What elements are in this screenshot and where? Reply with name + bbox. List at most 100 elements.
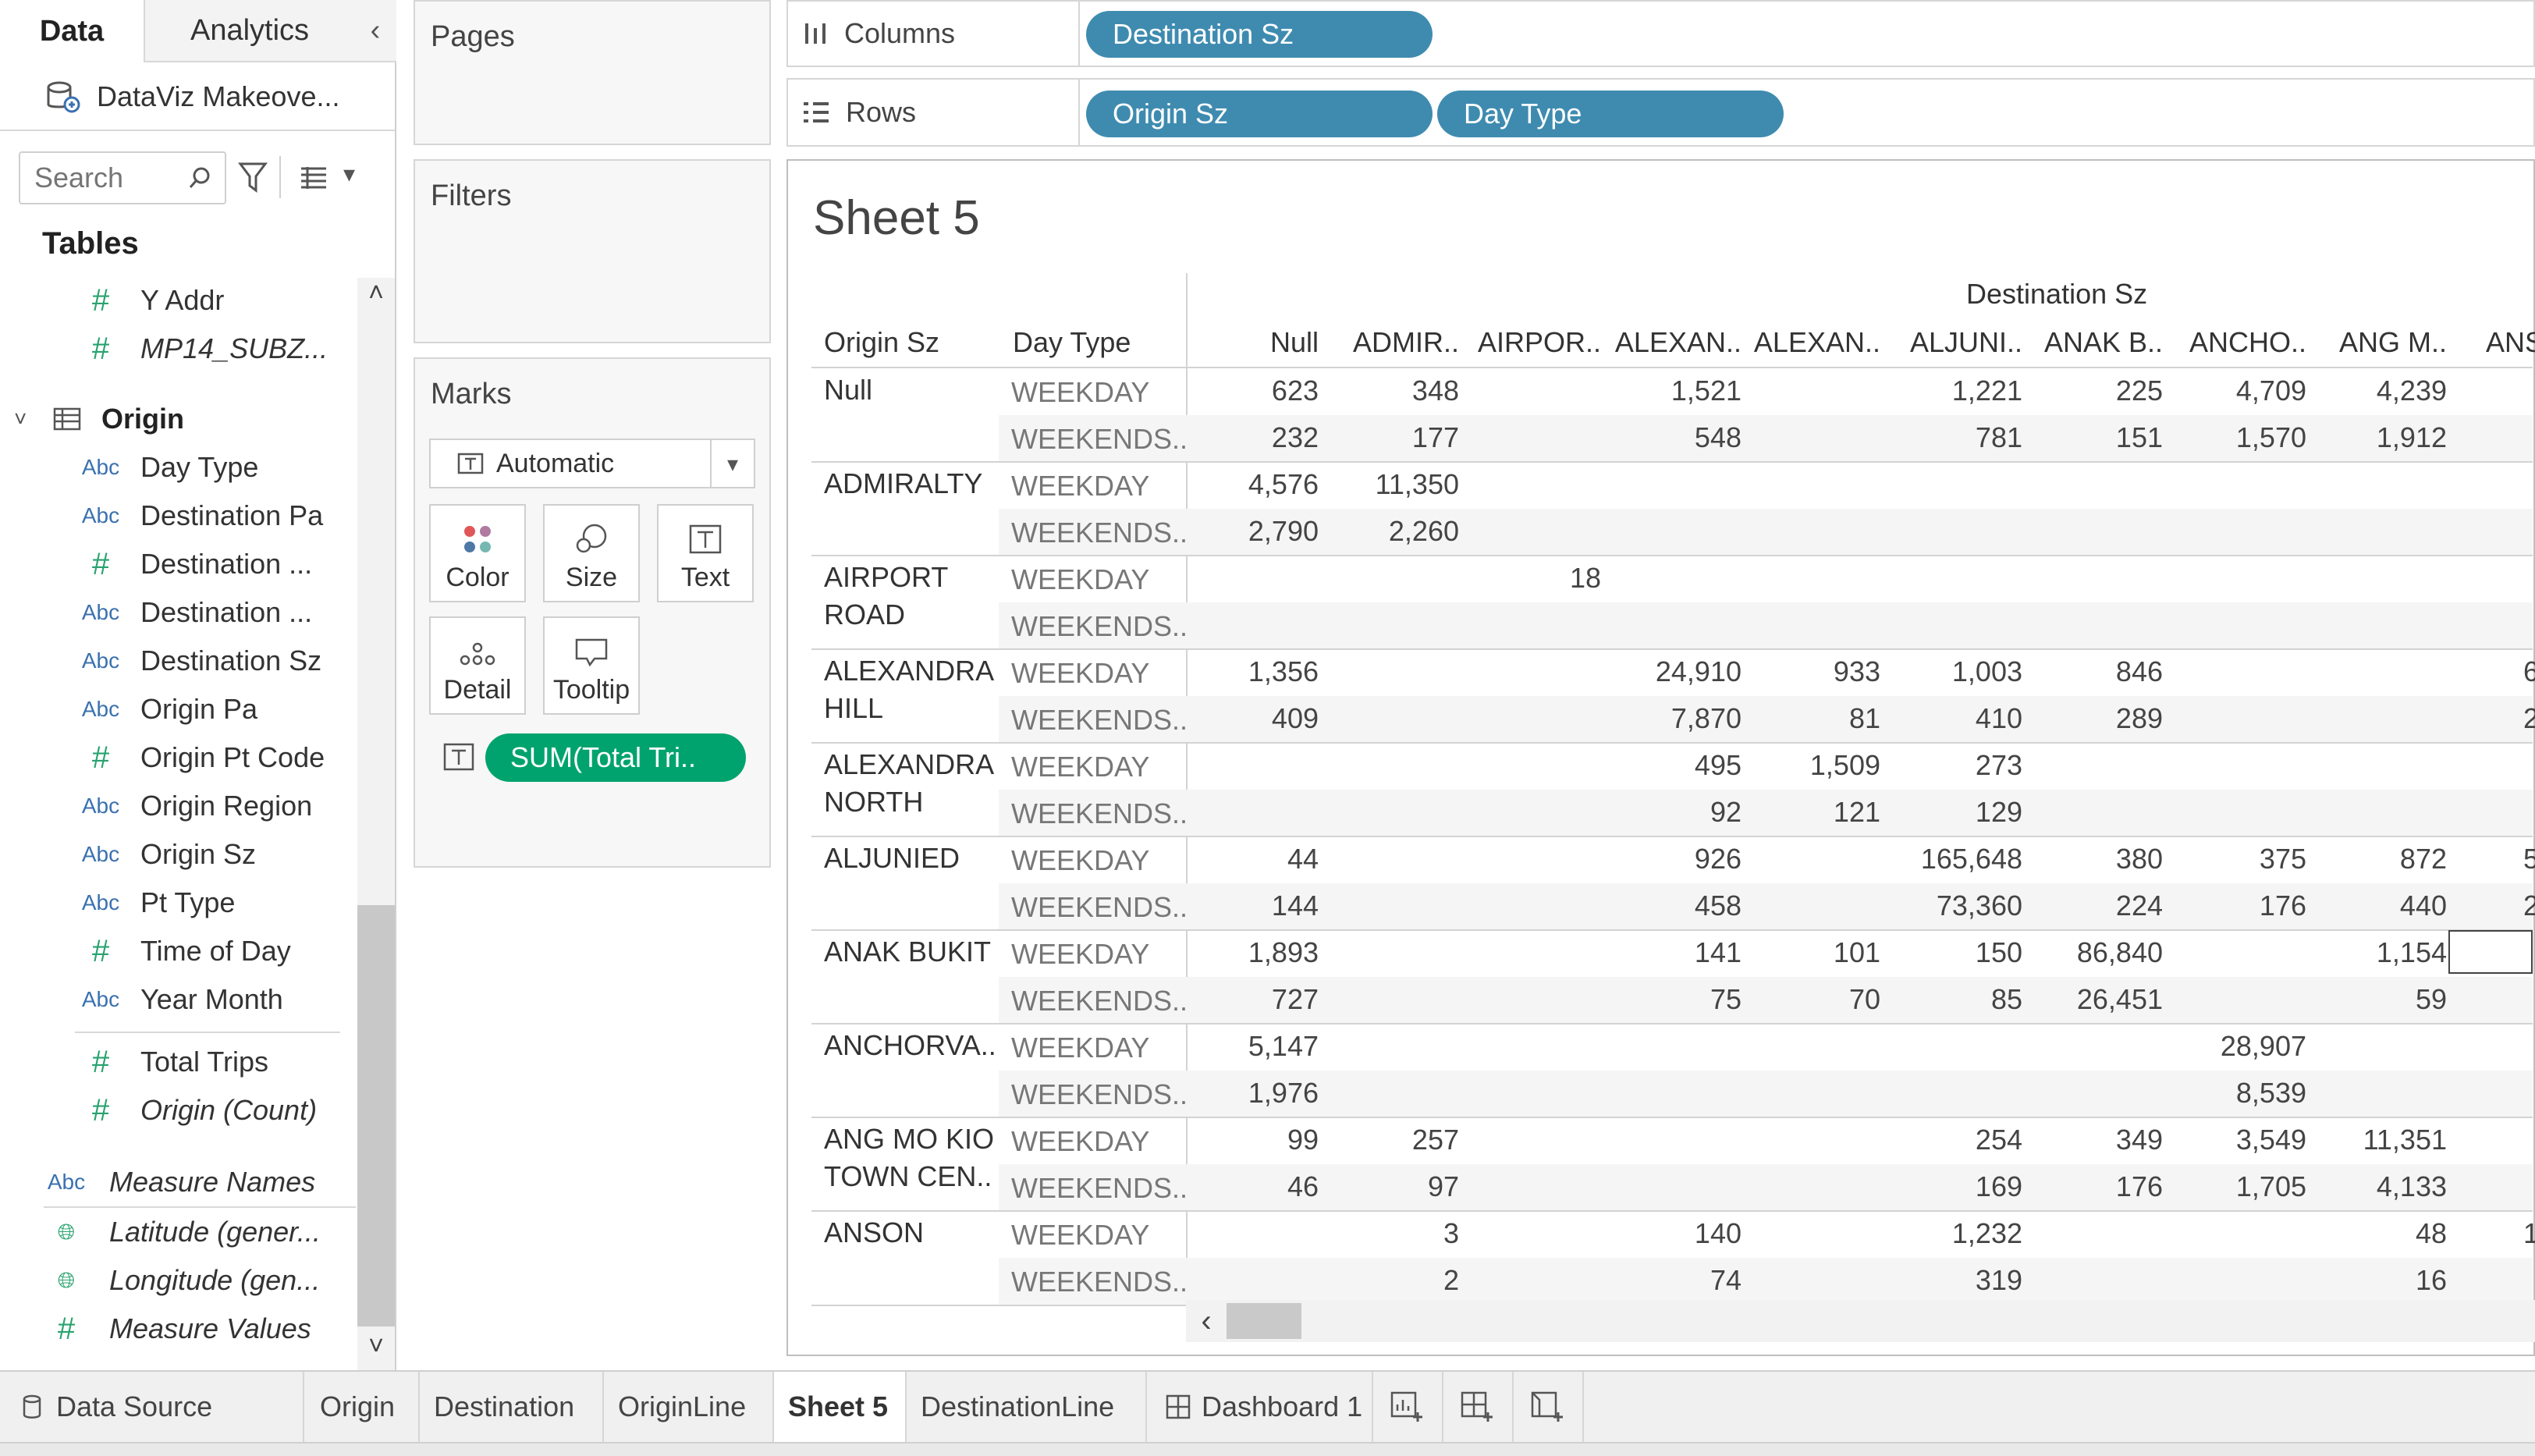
table-cell[interactable]: 7,870 bbox=[1671, 702, 1741, 735]
table-cell[interactable]: 151 bbox=[2116, 421, 2163, 454]
origin-label[interactable]: AIRPORT ROAD bbox=[824, 559, 1003, 634]
origin-label[interactable]: ANCHORVA.. bbox=[824, 1027, 1003, 1064]
origin-label[interactable]: Null bbox=[824, 371, 1003, 409]
field-origin-sz[interactable]: Abc Origin Sz bbox=[78, 830, 359, 879]
filters-card[interactable]: Filters bbox=[414, 159, 771, 343]
table-cell[interactable]: 409 bbox=[1272, 702, 1319, 735]
table-cell[interactable]: 273 bbox=[1976, 749, 2022, 782]
table-cell[interactable]: 74 bbox=[1710, 1264, 1741, 1297]
day-type-label[interactable]: WEEKENDS.. bbox=[1011, 423, 1188, 456]
origin-label[interactable]: ALEXANDRA NORTH bbox=[824, 746, 1003, 821]
table-cell[interactable]: 440 bbox=[2400, 890, 2447, 922]
table-cell[interactable]: 781 bbox=[1976, 421, 2022, 454]
table-cell[interactable]: 26,451 bbox=[2077, 983, 2163, 1016]
table-cell[interactable]: 1,570 bbox=[2236, 421, 2306, 454]
text-button[interactable]: Text bbox=[657, 504, 754, 602]
table-cell[interactable]: 8,539 bbox=[2236, 1077, 2306, 1110]
collapse-pane-button[interactable]: ‹ bbox=[354, 0, 396, 62]
origin-label[interactable]: ANSON bbox=[824, 1214, 1003, 1252]
table-cell[interactable]: 81 bbox=[1849, 702, 1880, 735]
day-type-label[interactable]: WEEKDAY bbox=[1011, 657, 1149, 690]
filter-icon[interactable] bbox=[237, 161, 268, 195]
table-cell[interactable]: 1,232 bbox=[1952, 1217, 2022, 1250]
day-type-label[interactable]: WEEKDAY bbox=[1011, 376, 1149, 409]
column-header[interactable]: ANG M.. bbox=[2339, 326, 2447, 359]
scroll-up-icon[interactable]: ˄ bbox=[357, 278, 395, 317]
scroll-down-icon[interactable]: ˅ bbox=[357, 1331, 395, 1370]
table-cell[interactable]: 254 bbox=[1976, 1124, 2022, 1156]
column-header[interactable]: ANS bbox=[2486, 326, 2535, 359]
table-origin[interactable]: ˅ Origin bbox=[14, 395, 184, 443]
table-cell[interactable]: 5 bbox=[2523, 843, 2535, 875]
table-cell[interactable]: 165,648 bbox=[1921, 843, 2022, 875]
column-header[interactable]: ALEXAN.. bbox=[1754, 326, 1880, 359]
field-year-month[interactable]: Abc Year Month bbox=[78, 975, 359, 1024]
tab-originline[interactable]: OriginLine bbox=[604, 1372, 774, 1442]
sum-total-trips-pill[interactable]: SUM(Total Tri.. bbox=[485, 733, 746, 782]
table-cell[interactable]: 232 bbox=[1272, 421, 1319, 454]
table-cell[interactable]: 46 bbox=[1287, 1170, 1319, 1203]
table-cell[interactable]: 727 bbox=[1272, 983, 1319, 1016]
table-cell[interactable]: 75 bbox=[1710, 983, 1741, 1016]
tab-destinationline[interactable]: DestinationLine bbox=[907, 1372, 1147, 1442]
table-cell[interactable]: 289 bbox=[2116, 702, 2163, 735]
new-dashboard-button[interactable] bbox=[1443, 1372, 1514, 1442]
table-cell[interactable]: 495 bbox=[1695, 749, 1741, 782]
table-cell[interactable]: 375 bbox=[2260, 843, 2306, 875]
origin-label[interactable]: ALJUNIED bbox=[824, 840, 1003, 877]
table-cell[interactable]: 6 bbox=[2523, 655, 2535, 688]
field-time-of-day[interactable]: # Time of Day bbox=[78, 927, 359, 975]
table-cell[interactable]: 24,910 bbox=[1656, 655, 1741, 688]
table-cell[interactable]: 380 bbox=[2116, 843, 2163, 875]
field-destination-region[interactable]: Abc Destination ... bbox=[78, 588, 359, 637]
day-type-label[interactable]: WEEKDAY bbox=[1011, 1125, 1149, 1158]
table-cell[interactable]: 846 bbox=[2116, 655, 2163, 688]
table-cell[interactable]: 5,147 bbox=[1248, 1030, 1319, 1063]
day-type-label[interactable]: WEEKENDS.. bbox=[1011, 1078, 1188, 1111]
day-type-label[interactable]: WEEKENDS.. bbox=[1011, 797, 1188, 830]
table-cell[interactable]: 48 bbox=[2416, 1217, 2447, 1250]
color-button[interactable]: Color bbox=[429, 504, 526, 602]
table-cell[interactable]: 2 bbox=[2523, 702, 2535, 735]
table-cell[interactable]: 85 bbox=[1991, 983, 2022, 1016]
table-cell[interactable]: 73,360 bbox=[1937, 890, 2022, 922]
pages-card[interactable]: Pages bbox=[414, 0, 771, 145]
tooltip-button[interactable]: Tooltip bbox=[543, 616, 640, 715]
field-mp14-subz[interactable]: # MP14_SUBZ... bbox=[78, 325, 343, 373]
table-cell[interactable]: 11,351 bbox=[2363, 1124, 2447, 1156]
table-cell[interactable]: 70 bbox=[1849, 983, 1880, 1016]
field-destination-pa[interactable]: Abc Destination Pa bbox=[78, 492, 359, 540]
origin-label[interactable]: ALEXANDRA HILL bbox=[824, 652, 1003, 727]
day-type-label[interactable]: WEEKDAY bbox=[1011, 1032, 1149, 1064]
table-cell[interactable]: 1,003 bbox=[1952, 655, 2022, 688]
table-cell[interactable]: 177 bbox=[1412, 421, 1459, 454]
day-type-label[interactable]: WEEKENDS.. bbox=[1011, 985, 1188, 1017]
table-cell[interactable]: 176 bbox=[2260, 890, 2306, 922]
table-cell[interactable]: 225 bbox=[2116, 375, 2163, 407]
table-cell[interactable]: 319 bbox=[1976, 1264, 2022, 1297]
table-cell[interactable]: 141 bbox=[1695, 936, 1741, 969]
scroll-left-icon[interactable]: ‹ bbox=[1186, 1300, 1227, 1342]
day-type-label[interactable]: WEEKENDS.. bbox=[1011, 610, 1188, 643]
day-type-label[interactable]: WEEKDAY bbox=[1011, 938, 1149, 971]
column-header[interactable]: ALEXAN.. bbox=[1615, 326, 1741, 359]
tab-sheet-5[interactable]: Sheet 5 bbox=[774, 1372, 907, 1442]
origin-label[interactable]: ANAK BUKIT bbox=[824, 933, 1003, 971]
columns-shelf[interactable] bbox=[786, 0, 2535, 67]
table-cell[interactable]: 169 bbox=[1976, 1170, 2022, 1203]
column-header[interactable]: ANAK B.. bbox=[2044, 326, 2163, 359]
table-cell[interactable]: 16 bbox=[2416, 1264, 2447, 1297]
table-cell[interactable]: 1,221 bbox=[1952, 375, 2022, 407]
table-cell[interactable]: 18 bbox=[1570, 562, 1601, 595]
table-cell[interactable]: 140 bbox=[1695, 1217, 1741, 1250]
table-cell[interactable]: 348 bbox=[1412, 375, 1459, 407]
table-cell[interactable]: 2 bbox=[1443, 1264, 1459, 1297]
table-cell[interactable]: 224 bbox=[2116, 890, 2163, 922]
day-type-label[interactable]: WEEKDAY bbox=[1011, 563, 1149, 596]
table-cell[interactable]: 1,976 bbox=[1248, 1077, 1319, 1110]
field-origin-pa[interactable]: Abc Origin Pa bbox=[78, 685, 359, 733]
tab-analytics[interactable]: Analytics bbox=[144, 0, 354, 62]
mark-type-dropdown[interactable]: Automatic ▾ bbox=[429, 439, 755, 488]
table-cell[interactable]: 1,912 bbox=[2377, 421, 2447, 454]
list-view-icon[interactable] bbox=[298, 164, 329, 190]
